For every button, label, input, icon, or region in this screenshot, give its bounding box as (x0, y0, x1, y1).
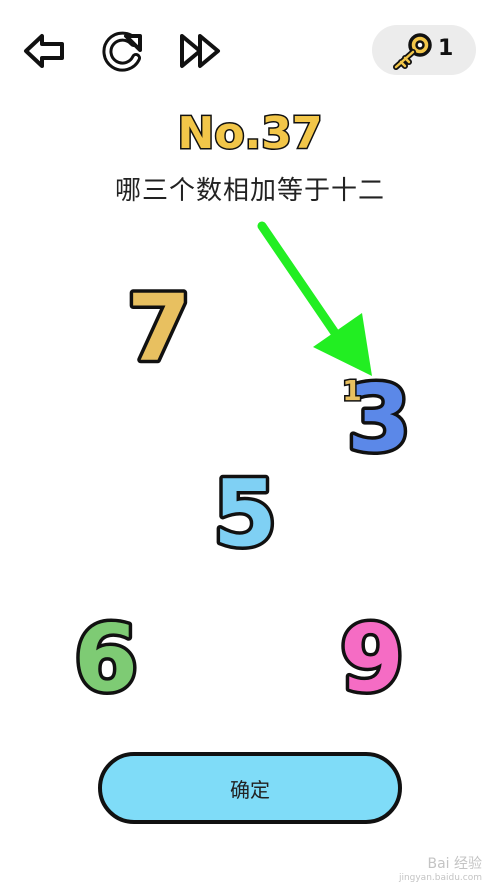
key-icon (393, 33, 432, 70)
confirm-label: 确定 (230, 777, 270, 802)
number-9-glyph: 9 (340, 605, 404, 712)
number-7-glyph: 7 (127, 275, 191, 382)
skip-button[interactable] (178, 30, 224, 72)
number-9[interactable]: 9 (327, 602, 417, 716)
back-arrow-icon (24, 34, 64, 68)
level-title-text: No.37 (178, 108, 323, 159)
watermark-sub: jingyan.baidu.com (398, 873, 482, 883)
restart-icon (102, 31, 142, 72)
key-count: 1 (438, 36, 454, 61)
number-6[interactable]: 6 (61, 602, 151, 716)
number-5[interactable]: 5 (200, 457, 290, 571)
watermark-text: Bai 经验 (427, 856, 482, 872)
question-text: 哪三个数相加等于十二 (114, 176, 385, 206)
number-3[interactable]: 3 1 (332, 362, 422, 476)
number-3-hint-badge: 1 (342, 374, 361, 407)
level-title: No.37 (0, 102, 500, 162)
key-counter[interactable]: 1 (372, 25, 476, 75)
back-button[interactable] (22, 30, 68, 72)
number-5-glyph: 5 (213, 460, 277, 567)
watermark: Bai 经验 jingyan.baidu.com (399, 857, 482, 885)
number-7[interactable]: 7 (114, 272, 204, 386)
confirm-button[interactable]: 确定 (98, 752, 402, 824)
fast-forward-icon (180, 34, 220, 68)
restart-button[interactable] (100, 30, 146, 72)
number-6-glyph: 6 (74, 605, 138, 712)
